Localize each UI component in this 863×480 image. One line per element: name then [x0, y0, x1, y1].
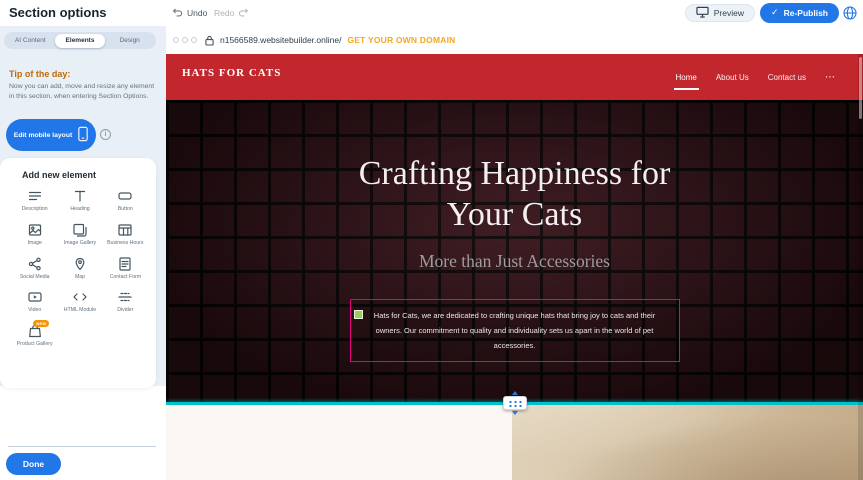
contact-form-icon	[117, 256, 133, 272]
arrow-down-icon	[512, 411, 518, 415]
new-badge: NEW	[33, 320, 49, 327]
sidebar-tabs: AI Content Elements Design	[4, 32, 156, 49]
element-item-business-hours[interactable]: Business Hours	[103, 220, 148, 249]
nav-about-us[interactable]: About Us	[716, 69, 749, 86]
edit-mobile-layout-button[interactable]: Edit mobile layout	[6, 119, 96, 151]
add-panel-title: Add new element	[0, 158, 156, 186]
browser-bar: n1566589.websitebuilder.online/ GET YOUR…	[166, 26, 863, 54]
edit-mobile-label: Edit mobile layout	[14, 132, 73, 139]
section-drag-handle[interactable]	[503, 391, 527, 415]
element-item-contact-form[interactable]: Contact Form	[103, 254, 148, 283]
site-nav: Home About Us Contact us ⋯	[676, 54, 836, 100]
tab-elements[interactable]: Elements	[55, 34, 105, 48]
arrow-up-icon	[512, 391, 518, 395]
divider-icon	[117, 289, 133, 305]
add-element-panel: Add new element Description Heading Butt…	[0, 158, 156, 388]
element-item-social-media[interactable]: Social Media	[12, 254, 57, 283]
undo-icon	[172, 7, 183, 20]
hero-title-line-1: Crafting Happiness for	[166, 153, 863, 194]
element-item-heading[interactable]: Heading	[57, 186, 102, 215]
redo-icon	[238, 7, 249, 20]
preview-label: Preview	[714, 8, 744, 18]
resize-handle[interactable]	[354, 310, 363, 319]
redo-button[interactable]: Redo	[214, 0, 249, 26]
undo-label: Undo	[187, 8, 207, 18]
phone-icon	[78, 126, 88, 144]
grip-dots-icon	[507, 399, 522, 407]
grip-box	[503, 396, 527, 410]
window-dot	[173, 37, 179, 43]
hero-section[interactable]: Crafting Happiness for Your Cats More th…	[166, 100, 863, 405]
element-item-product-gallery[interactable]: NEW Product Gallery	[12, 321, 57, 350]
button-icon	[117, 188, 133, 204]
image-gallery-icon	[72, 222, 88, 238]
window-dot	[182, 37, 188, 43]
description-icon	[27, 188, 43, 204]
hero-paragraph[interactable]: Hats for Cats, we are dedicated to craft…	[350, 299, 680, 362]
lock-icon	[205, 35, 214, 46]
redo-label: Redo	[214, 8, 234, 18]
heading-icon	[72, 188, 88, 204]
sidebar: AI Content Elements Design Tip of the da…	[0, 26, 166, 480]
element-item-image-gallery[interactable]: Image Gallery	[57, 220, 102, 249]
site-preview: n1566589.websitebuilder.online/ GET YOUR…	[166, 26, 863, 480]
element-grid: Description Heading Button Image	[0, 186, 156, 350]
video-icon	[27, 289, 43, 305]
preview-scrollbar[interactable]	[858, 54, 863, 480]
republish-label: Re-Publish	[784, 8, 828, 18]
business-hours-icon	[117, 222, 133, 238]
element-item-description[interactable]: Description	[12, 186, 57, 215]
globe-icon	[843, 7, 857, 24]
app-root: Section options Undo Redo Preview ✓ Re-P…	[0, 0, 863, 480]
element-item-video[interactable]: Video	[12, 287, 57, 316]
tip-of-the-day: Tip of the day: Now you can add, move an…	[9, 69, 155, 101]
element-item-divider[interactable]: Divider	[103, 287, 148, 316]
tip-body: Now you can add, move and resize any ele…	[9, 82, 155, 101]
sidebar-divider	[8, 446, 156, 447]
hero-title-line-2: Your Cats	[166, 194, 863, 235]
nav-more-button[interactable]: ⋯	[825, 72, 835, 83]
tip-title: Tip of the day:	[9, 69, 155, 79]
html-module-icon	[72, 289, 88, 305]
hero-subtitle[interactable]: More than Just Accessories	[166, 251, 863, 272]
site-logo[interactable]: HATS FOR CATS	[182, 67, 281, 79]
page-title: Section options	[9, 5, 107, 20]
element-item-map[interactable]: Map	[57, 254, 102, 283]
nav-home[interactable]: Home	[676, 69, 697, 86]
hero-paragraph-text: Hats for Cats, we are dedicated to craft…	[374, 311, 655, 350]
topbar: Section options Undo Redo Preview ✓ Re-P…	[0, 0, 863, 26]
social-media-icon	[27, 256, 43, 272]
window-dot	[191, 37, 197, 43]
info-icon[interactable]: i	[100, 129, 111, 140]
done-button[interactable]: Done	[6, 453, 61, 475]
nav-contact-us[interactable]: Contact us	[768, 69, 806, 86]
next-section[interactable]	[166, 405, 863, 480]
url-text[interactable]: n1566589.websitebuilder.online/	[220, 35, 341, 45]
tab-design[interactable]: Design	[105, 34, 155, 48]
check-icon: ✓	[771, 8, 779, 18]
get-domain-link[interactable]: GET YOUR OWN DOMAIN	[347, 35, 455, 45]
monitor-icon	[696, 6, 709, 20]
window-dots	[173, 37, 197, 43]
element-item-image[interactable]: Image	[12, 220, 57, 249]
scrollbar-thumb[interactable]	[859, 57, 862, 119]
element-item-button[interactable]: Button	[103, 186, 148, 215]
site-header: HATS FOR CATS Home About Us Contact us ⋯	[166, 54, 863, 100]
tab-ai-content[interactable]: AI Content	[6, 34, 56, 48]
undo-button[interactable]: Undo	[172, 0, 207, 26]
next-section-image	[512, 405, 863, 480]
image-icon	[27, 222, 43, 238]
hero-title[interactable]: Crafting Happiness for Your Cats	[166, 153, 863, 235]
globe-button[interactable]	[843, 6, 857, 20]
republish-button[interactable]: ✓ Re-Publish	[760, 3, 839, 23]
element-item-html-module[interactable]: HTML Module	[57, 287, 102, 316]
preview-button[interactable]: Preview	[685, 4, 755, 22]
map-icon	[72, 256, 88, 272]
